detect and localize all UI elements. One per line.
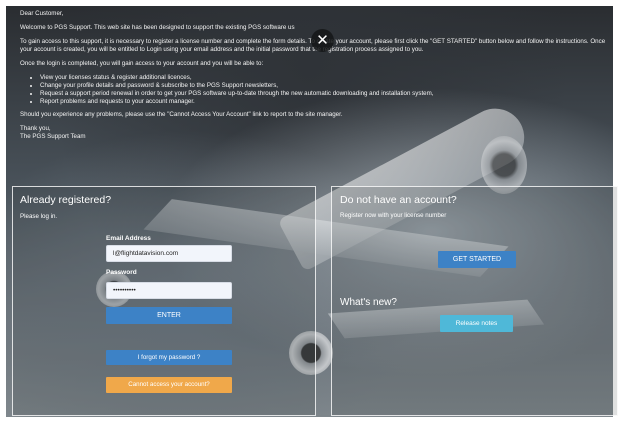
login-subtitle: Please log in. [20, 213, 58, 220]
notice-team: The PGS Support Team [20, 133, 86, 140]
list-item: View your licenses status & register add… [40, 74, 610, 82]
login-title: Already registered? [20, 194, 112, 206]
list-item: Change your profile details and password… [40, 82, 610, 90]
login-panel: Already registered? Please log in. Email… [12, 186, 316, 416]
release-notes-button[interactable]: Release notes [440, 315, 513, 332]
notice-thanks: Thank you, [20, 125, 51, 132]
password-label: Password [106, 269, 137, 276]
notice-greeting: Dear Customer, [20, 10, 64, 17]
forgot-password-button[interactable]: I forgot my password ? [106, 350, 232, 365]
notice-paragraph: Once the login is completed, you will ga… [20, 60, 264, 67]
list-item: Request a support period renewal in orde… [40, 90, 610, 98]
password-field[interactable]: •••••••••• [106, 282, 232, 299]
signup-title: Do not have an account? [340, 194, 457, 206]
signup-subtitle: Register now with your license number [340, 212, 447, 219]
notice-list: View your licenses status & register add… [20, 74, 610, 106]
cannot-access-button[interactable]: Cannot access your account? [106, 377, 232, 393]
notice-paragraph: Should you experience any problems, plea… [20, 111, 343, 118]
close-icon[interactable]: ✕ [311, 29, 334, 52]
enter-button[interactable]: ENTER [106, 307, 232, 324]
email-field[interactable]: l@flightdatavision.com [106, 245, 232, 262]
signup-panel: Do not have an account? Register now wit… [331, 186, 618, 416]
whats-new-title: What's new? [340, 297, 397, 308]
get-started-button[interactable]: GET STARTED [438, 251, 516, 268]
email-label: Email Address [106, 235, 151, 242]
list-item: Report problems and requests to your acc… [40, 98, 610, 106]
